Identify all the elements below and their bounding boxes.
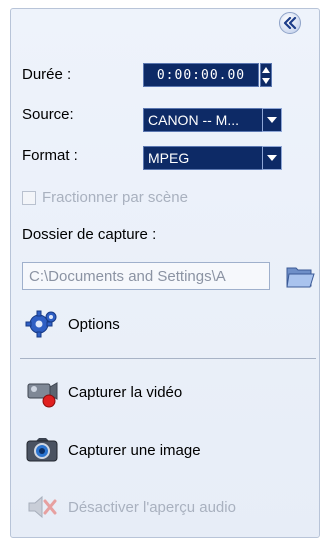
- capture-folder-path-field[interactable]: C:\Documents and Settings\A: [22, 262, 270, 290]
- format-select[interactable]: MPEG: [143, 146, 263, 170]
- source-dropdown-button[interactable]: [262, 108, 282, 132]
- capture-video-label: Capturer la vidéo: [68, 383, 183, 401]
- camera-icon: [26, 438, 58, 462]
- folder-icon: [286, 267, 315, 288]
- duration-label: Durée :: [22, 66, 72, 83]
- split-by-scene-label: Fractionner par scène: [42, 189, 188, 206]
- options-label: Options: [68, 315, 120, 333]
- camcorder-record-icon: [27, 382, 58, 408]
- disable-audio-preview-button[interactable]: Désactiver l'aperçu audio: [24, 491, 236, 523]
- duration-field[interactable]: 0:00:00.00: [143, 63, 259, 87]
- speaker-muted-icon: [28, 495, 57, 519]
- gear-icon-wrap: [24, 308, 60, 340]
- source-select[interactable]: CANON -- M...: [143, 108, 263, 132]
- format-label: Format :: [22, 147, 78, 164]
- format-dropdown-button[interactable]: [262, 146, 282, 170]
- split-by-scene-checkbox[interactable]: [22, 191, 36, 205]
- spin-up-icon[interactable]: [262, 66, 270, 73]
- spin-down-icon[interactable]: [262, 77, 270, 84]
- section-divider: [20, 358, 316, 359]
- double-chevron-left-icon: [283, 17, 297, 29]
- chevron-down-icon: [267, 155, 277, 161]
- capture-image-label: Capturer une image: [68, 441, 201, 459]
- camcorder-icon-wrap: [24, 376, 60, 408]
- gears-icon: [25, 310, 57, 338]
- disable-audio-preview-label: Désactiver l'aperçu audio: [68, 498, 236, 516]
- camera-icon-wrap: [24, 434, 60, 466]
- duration-spinner[interactable]: [260, 63, 272, 87]
- capture-video-button[interactable]: Capturer la vidéo: [24, 376, 182, 408]
- capture-image-button[interactable]: Capturer une image: [24, 434, 201, 466]
- chevron-down-icon: [267, 117, 277, 123]
- source-label: Source:: [22, 106, 74, 123]
- browse-folder-button[interactable]: [285, 262, 315, 290]
- options-button[interactable]: Options: [24, 308, 120, 340]
- capture-folder-label: Dossier de capture :: [22, 226, 157, 243]
- speaker-muted-icon-wrap: [24, 491, 60, 523]
- collapse-panel-button[interactable]: [279, 12, 301, 34]
